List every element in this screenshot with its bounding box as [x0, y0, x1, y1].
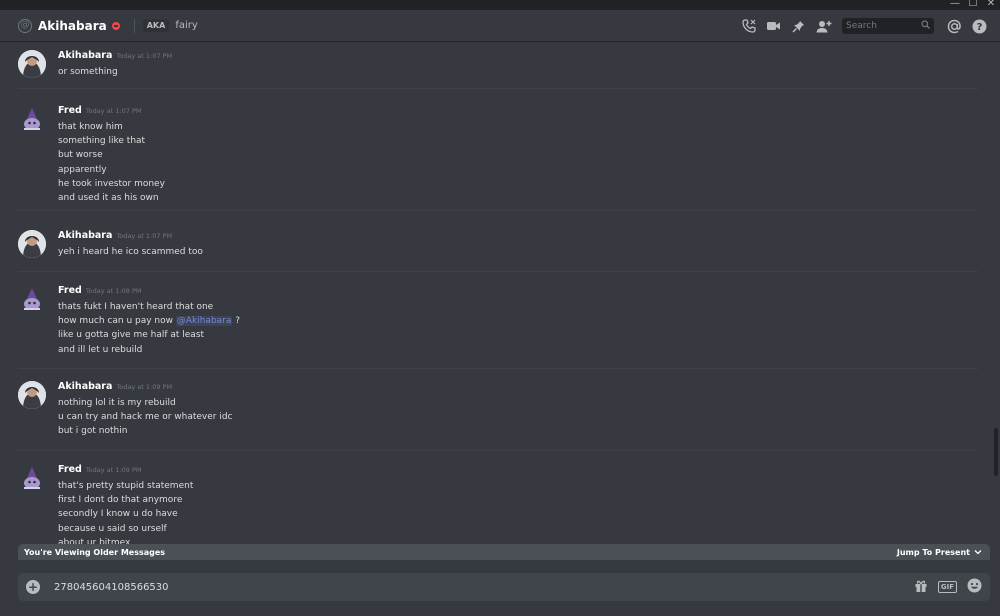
message-line: u can try and hack me or whatever idc [58, 412, 233, 423]
message-line: nothing lol it is my rebuild [58, 398, 176, 408]
user-mention[interactable]: @Akihabara [175, 316, 233, 327]
message-input[interactable] [54, 581, 874, 593]
header-divider [133, 18, 135, 33]
message-timestamp: Today at 1:07 PM [116, 52, 173, 60]
message-line: and ill let u rebuild [58, 344, 143, 355]
add-friend-icon[interactable] [811, 10, 836, 42]
chevron-down-icon [974, 550, 982, 555]
message-line: because u said so urself [58, 523, 167, 534]
message-line: like u gotta give me half at least [58, 330, 205, 341]
scroll-thumb[interactable] [994, 428, 998, 476]
message-timestamp: Today at 1:07 PM [85, 107, 142, 115]
message-line: and used it as his own [58, 192, 159, 203]
message-line: first I dont do that anymore [58, 495, 183, 506]
message-timestamp: Today at 1:08 PM [85, 287, 142, 295]
message-line: but i got nothin [58, 426, 128, 437]
message-line: or something [58, 67, 118, 77]
message-timestamp: Today at 1:09 PM [85, 466, 142, 474]
message-line: thats fukt I haven't heard that one [58, 302, 214, 312]
message-line: yeh i heard he ico scammed too [58, 247, 203, 257]
message-divider [18, 368, 978, 369]
gif-button[interactable]: GIF [937, 581, 957, 593]
message-timestamp: Today at 1:09 PM [116, 383, 173, 391]
message-author[interactable]: Fred Today at 1:09 PM [58, 464, 141, 475]
upload-plus-icon[interactable]: + [26, 580, 40, 594]
message-line: he took investor money [58, 178, 165, 189]
message-list[interactable]: Akihabara Today at 1:07 PM or something F… [0, 42, 1000, 544]
pin-icon[interactable] [786, 10, 811, 42]
help-icon[interactable]: ? [967, 10, 992, 42]
avatar[interactable] [18, 50, 46, 78]
message-line: apparently [58, 164, 107, 175]
message-author[interactable]: Fred Today at 1:08 PM [58, 285, 141, 296]
message-timestamp: Today at 1:07 PM [116, 232, 173, 240]
svg-text:?: ? [977, 22, 983, 33]
message-divider [18, 450, 978, 451]
avatar[interactable] [18, 381, 46, 409]
avatar[interactable] [18, 285, 46, 313]
search-input[interactable]: Search [842, 18, 934, 34]
message-author[interactable]: Fred Today at 1:07 PM [58, 105, 141, 116]
video-call-icon[interactable] [761, 10, 786, 42]
gift-icon[interactable] [914, 578, 928, 597]
message-line: something like that [58, 136, 146, 147]
dnd-status-icon [111, 21, 120, 30]
message-composer: + GIF [18, 573, 990, 601]
avatar[interactable] [18, 230, 46, 258]
emoji-icon[interactable] [967, 578, 982, 597]
message-author[interactable]: Akihabara Today at 1:07 PM [58, 50, 172, 61]
message-divider [18, 88, 978, 89]
at-icon: @ [18, 18, 32, 33]
older-messages-bar[interactable]: You're Viewing Older Messages Jump To Pr… [18, 544, 990, 560]
message-author[interactable]: Akihabara Today at 1:09 PM [58, 381, 172, 392]
mentions-icon[interactable] [942, 10, 967, 42]
call-icon[interactable] [736, 10, 761, 42]
message-divider [18, 210, 978, 211]
message-scrollbar[interactable] [992, 44, 998, 544]
composer-actions: GIF [914, 573, 982, 601]
message-line: secondly I know u do have [58, 509, 178, 520]
search-placeholder: Search [846, 21, 877, 31]
message-author[interactable]: Akihabara Today at 1:07 PM [58, 230, 172, 241]
jump-to-present-button[interactable]: Jump To Present [897, 548, 982, 557]
older-messages-text: You're Viewing Older Messages [24, 547, 166, 557]
message-line: that know him [58, 122, 123, 132]
window-titlebar: — ☐ ✕ [0, 0, 1000, 10]
dm-recipient-name: Akihabara [38, 18, 107, 33]
message-line: that's pretty stupid statement [58, 481, 194, 491]
message-line: about ur bitmex [58, 537, 131, 544]
aka-nickname: fairy [175, 20, 198, 31]
message-divider [18, 271, 978, 272]
message-line: how much can u pay now @Akihabara ? [58, 316, 241, 327]
avatar[interactable] [18, 464, 46, 492]
channel-header: @ Akihabara AKA fairy Search ? [0, 10, 1000, 42]
message-line: but worse [58, 150, 103, 161]
header-toolbar: Search ? [736, 10, 992, 42]
search-icon [921, 19, 930, 35]
aka-badge: AKA [142, 19, 170, 32]
avatar[interactable] [18, 105, 46, 133]
